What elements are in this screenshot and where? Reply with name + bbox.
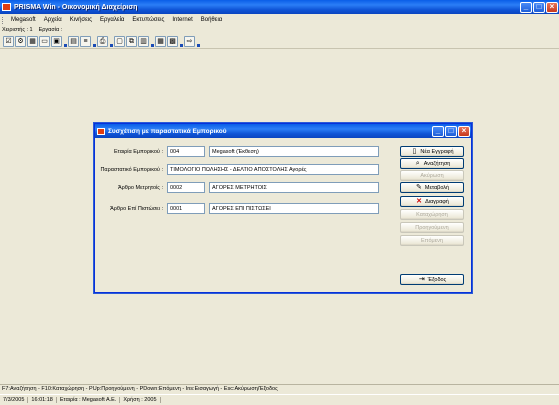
edit-icon: ✎ <box>415 184 422 191</box>
cancel-label: Ακύρωση <box>420 172 444 179</box>
minimize-button[interactable]: _ <box>520 1 532 13</box>
link-dialog: Συσχέτιση με παραστατικά Εμπορικού _ □ ×… <box>94 123 472 293</box>
exit-label: Έξοδος <box>427 276 447 283</box>
document-icon[interactable]: ▤ <box>68 36 79 47</box>
field-row-company: Εταιρία Εμπορικού : 004 Megasoft (Έκθεση… <box>95 146 379 157</box>
credit-article-name-field: ΑΓΟΡΕΣ ΕΠΙ ΠΙΣΤΩΣΕΙ <box>209 203 379 214</box>
maximize-button[interactable]: □ <box>533 1 545 13</box>
exit-icon: ⇥ <box>418 276 425 283</box>
save-button[interactable]: Καταχώρηση <box>400 209 464 220</box>
next-button[interactable]: Επόμενη <box>400 235 464 246</box>
status-time: 16:01:18 <box>28 397 57 403</box>
close-button[interactable]: × <box>546 1 558 13</box>
dialog-minimize-button[interactable]: _ <box>432 125 444 137</box>
search-label: Αναζήτηση <box>423 160 451 167</box>
calendar-icon[interactable]: ▩ <box>167 36 178 47</box>
delete-label: Διαγραφή <box>425 198 449 205</box>
field-row-cash: Άρθρο Μετρητοίς : 0002 ΑΓΟΡΕΣ ΜΕΤΡΗΤΟΙΣ <box>95 182 379 193</box>
field-row-credit: Άρθρο Επί Πιστώσει : 0001 ΑΓΟΡΕΣ ΕΠΙ ΠΙΣ… <box>95 203 379 214</box>
dialog-icon <box>97 127 105 135</box>
credit-article-label: Άρθρο Επί Πιστώσει : <box>110 205 163 212</box>
menu-item-help[interactable]: Βοήθεια <box>197 17 227 23</box>
document-select[interactable]: ΤΙΜΟΛΟΓΙΟ ΠΩΛΗΣΗΣ - ΔΕΛΤΙΟ ΑΠΟΣΤΟΛΗΣ Αγο… <box>167 164 379 175</box>
status-bar: 7/3/2005 16:01:18 Εταιρία : Megasoft A.E… <box>0 394 559 405</box>
app-icon <box>2 3 11 11</box>
hotkey-hint-bar: F7:Αναζήτηση - F10:Καταχώρηση - PUp:Προη… <box>0 384 559 393</box>
previous-button[interactable]: Προηγούμενη <box>400 222 464 233</box>
export-icon[interactable]: ⇨ <box>184 36 195 47</box>
company-name-field: Megasoft (Έκθεση) <box>209 146 379 157</box>
dialog-close-button[interactable]: × <box>458 125 470 137</box>
settings-icon[interactable]: ⚙ <box>15 36 26 47</box>
edit-button[interactable]: ✎ Μεταβολή <box>400 182 464 193</box>
dialog-title-bar: Συσχέτιση με παραστατικά Εμπορικού _ □ × <box>95 124 471 138</box>
save-label: Καταχώρηση <box>416 211 448 218</box>
menu-item-transactions[interactable]: Κινήσεις <box>66 17 96 23</box>
toolbar: ☑ ⚙ ▦ ▭ ▣ ▤ ≡ ⎙ ▢ ⧉ ▥ ▦ ▩ ⇨ <box>0 35 559 49</box>
chart-icon[interactable]: ▦ <box>155 36 166 47</box>
company-code-input[interactable]: 004 <box>167 146 205 157</box>
document-label: Παραστατικό Εμπορικού : <box>100 166 163 173</box>
menu-item-prints[interactable]: Εκτυπώσεις <box>128 17 168 23</box>
exit-button[interactable]: ⇥ Έξοδος <box>400 274 464 285</box>
credit-article-code-input[interactable]: 0001 <box>167 203 205 214</box>
dialog-title: Συσχέτιση με παραστατικά Εμπορικού <box>108 127 227 135</box>
delete-button[interactable]: ✕ Διαγραφή <box>400 196 464 207</box>
task-info: Εργασία : <box>38 26 63 33</box>
user-info: Χειριστής : 1 <box>2 26 33 33</box>
menu-item-files[interactable]: Αρχεία <box>40 17 66 23</box>
menu-grip <box>2 16 4 24</box>
window-icon[interactable]: ▭ <box>39 36 50 47</box>
cash-article-label: Άρθρο Μετρητοίς : <box>117 184 163 191</box>
cash-article-name-field: ΑΓΟΡΕΣ ΜΕΤΡΗΤΟΙΣ <box>209 182 379 193</box>
window-icon[interactable]: ▢ <box>114 36 125 47</box>
info-bar: Χειριστής : 1 Εργασία : <box>0 25 559 34</box>
dialog-maximize-button[interactable]: □ <box>445 125 457 137</box>
app-title: PRISMA Win - Οικονομική Διαχείριση <box>14 3 138 11</box>
delete-icon: ✕ <box>416 198 423 205</box>
menu-item-internet[interactable]: Internet <box>168 17 196 23</box>
print-icon[interactable]: ⎙ <box>97 36 108 47</box>
toolbar-separator <box>196 36 201 47</box>
grid-icon[interactable]: ▦ <box>27 36 38 47</box>
search-icon: ⌕ <box>415 160 420 167</box>
status-year: Χρήση : 2005 <box>120 397 161 403</box>
status-company: Εταιρία : Megasoft A.E. <box>57 397 121 403</box>
field-row-document: Παραστατικό Εμπορικού : ΤΙΜΟΛΟΓΙΟ ΠΩΛΗΣΗ… <box>95 164 379 175</box>
save-icon[interactable]: ▣ <box>51 36 62 47</box>
company-label: Εταιρία Εμπορικού : <box>114 148 163 155</box>
menu-item-tools[interactable]: Εργαλεία <box>96 17 128 23</box>
previous-label: Προηγούμενη <box>415 224 449 231</box>
checklist-icon[interactable]: ☑ <box>3 36 14 47</box>
cash-article-code-input[interactable]: 0002 <box>167 182 205 193</box>
app-title-bar: PRISMA Win - Οικονομική Διαχείριση _ □ × <box>0 0 559 14</box>
new-document-icon: ▯ <box>412 148 417 155</box>
list-icon[interactable]: ≡ <box>80 36 91 47</box>
menu-item-megasoft[interactable]: Megasoft <box>7 17 40 23</box>
cancel-button[interactable]: Ακύρωση <box>400 170 464 181</box>
search-button[interactable]: ⌕ Αναζήτηση <box>400 158 464 169</box>
table-icon[interactable]: ▥ <box>138 36 149 47</box>
next-label: Επόμενη <box>421 237 443 244</box>
new-record-label: Νέα Εγγραφή <box>420 148 454 155</box>
copy-icon[interactable]: ⧉ <box>126 36 137 47</box>
status-date: 7/3/2005 <box>0 397 29 403</box>
edit-label: Μεταβολή <box>424 184 450 191</box>
new-record-button[interactable]: ▯ Νέα Εγγραφή <box>400 146 464 157</box>
menu-bar: Megasoft Αρχεία Κινήσεις Εργαλεία Εκτυπώ… <box>0 15 559 25</box>
